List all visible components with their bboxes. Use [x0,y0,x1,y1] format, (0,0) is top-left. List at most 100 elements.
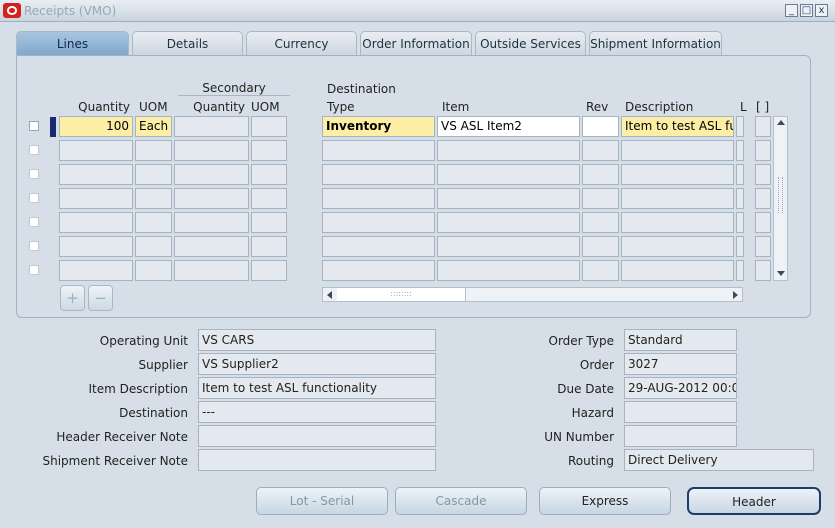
folder-field[interactable] [755,188,771,209]
vertical-scrollbar[interactable] [773,116,788,281]
l-field[interactable] [736,212,744,233]
scroll-down-icon[interactable] [777,271,785,276]
l-field[interactable] [736,116,744,137]
quantity-field[interactable]: 100 [59,116,133,137]
destination-type-field[interactable] [322,212,435,233]
l-field[interactable] [736,164,744,185]
item-description-field[interactable]: Item to test ASL functionality [198,377,436,399]
quantity-field[interactable] [59,212,133,233]
description-field[interactable] [621,188,734,209]
secondary-uom-field[interactable] [251,188,287,209]
uom-field[interactable] [135,140,172,161]
item-field[interactable] [437,188,580,209]
description-field[interactable] [621,260,734,281]
uom-field[interactable]: Each [135,116,172,137]
header-receiver-note-field[interactable] [198,425,436,447]
shipment-receiver-note-field[interactable] [198,449,436,471]
close-icon[interactable]: x [815,4,828,17]
item-field[interactable] [437,212,580,233]
destination-type-field[interactable] [322,260,435,281]
rev-field[interactable] [582,140,619,161]
rev-field[interactable] [582,188,619,209]
destination-type-field[interactable] [322,188,435,209]
secondary-quantity-field[interactable] [174,164,249,185]
folder-field[interactable] [755,260,771,281]
tab-order-information[interactable]: Order Information [360,31,472,55]
item-field[interactable] [437,140,580,161]
tab-outside-services[interactable]: Outside Services [475,31,586,55]
folder-field[interactable] [755,164,771,185]
secondary-uom-field[interactable] [251,212,287,233]
destination-type-field[interactable] [322,140,435,161]
secondary-uom-field[interactable] [251,260,287,281]
description-field[interactable]: Item to test ASL fu [621,116,734,137]
secondary-uom-field[interactable] [251,164,287,185]
uom-field[interactable] [135,212,172,233]
description-field[interactable] [621,164,734,185]
lot-serial-button[interactable]: Lot - Serial [256,487,388,515]
scroll-right-icon[interactable] [733,291,738,299]
secondary-uom-field[interactable] [251,140,287,161]
tab-shipment-information[interactable]: Shipment Information [589,31,722,55]
l-field[interactable] [736,260,744,281]
row-checkbox[interactable] [29,217,39,227]
tab-details[interactable]: Details [132,31,243,55]
rev-field[interactable] [582,212,619,233]
row-checkbox[interactable] [29,241,39,251]
description-field[interactable] [621,212,734,233]
destination-type-field[interactable] [322,236,435,257]
rev-field[interactable] [582,260,619,281]
item-field[interactable] [437,260,580,281]
l-field[interactable] [736,140,744,161]
operating-unit-field[interactable]: VS CARS [198,329,436,351]
quantity-field[interactable] [59,236,133,257]
rev-field[interactable] [582,236,619,257]
description-field[interactable] [621,140,734,161]
scroll-left-icon[interactable] [327,291,332,299]
folder-field[interactable] [755,212,771,233]
secondary-quantity-field[interactable] [174,140,249,161]
uom-field[interactable] [135,164,172,185]
tab-currency[interactable]: Currency [246,31,357,55]
due-date-field[interactable]: 29-AUG-2012 00:00 [624,377,737,399]
row-checkbox[interactable] [29,193,39,203]
quantity-field[interactable] [59,188,133,209]
quantity-field[interactable] [59,260,133,281]
routing-field[interactable]: Direct Delivery [624,449,814,471]
scroll-up-icon[interactable] [777,120,785,125]
order-field[interactable]: 3027 [624,353,737,375]
un-number-field[interactable] [624,425,737,447]
minimize-icon[interactable]: _ [785,4,798,17]
add-row-button[interactable]: + [60,285,85,311]
order-type-field[interactable]: Standard [624,329,737,351]
rev-field[interactable] [582,116,619,137]
secondary-quantity-field[interactable] [174,116,249,137]
secondary-quantity-field[interactable] [174,188,249,209]
hazard-field[interactable] [624,401,737,423]
row-checkbox[interactable] [29,169,39,179]
secondary-quantity-field[interactable] [174,236,249,257]
maximize-icon[interactable]: □ [800,4,813,17]
remove-row-button[interactable]: − [88,285,113,311]
header-button[interactable]: Header [687,487,821,515]
secondary-quantity-field[interactable] [174,212,249,233]
supplier-field[interactable]: VS Supplier2 [198,353,436,375]
folder-field[interactable] [755,116,771,137]
cascade-button[interactable]: Cascade [395,487,527,515]
secondary-quantity-field[interactable] [174,260,249,281]
scroll-thumb[interactable] [778,177,783,213]
destination-type-field[interactable]: Inventory [322,116,435,137]
tab-lines[interactable]: Lines [16,31,129,56]
item-field[interactable]: VS ASL Item2 [437,116,580,137]
folder-field[interactable] [755,236,771,257]
secondary-uom-field[interactable] [251,236,287,257]
item-field[interactable] [437,164,580,185]
row-checkbox[interactable] [29,145,39,155]
horizontal-scrollbar[interactable]: :::::::: [322,287,743,302]
description-field[interactable] [621,236,734,257]
uom-field[interactable] [135,236,172,257]
quantity-field[interactable] [59,140,133,161]
l-field[interactable] [736,236,744,257]
destination-field[interactable]: --- [198,401,436,423]
uom-field[interactable] [135,188,172,209]
